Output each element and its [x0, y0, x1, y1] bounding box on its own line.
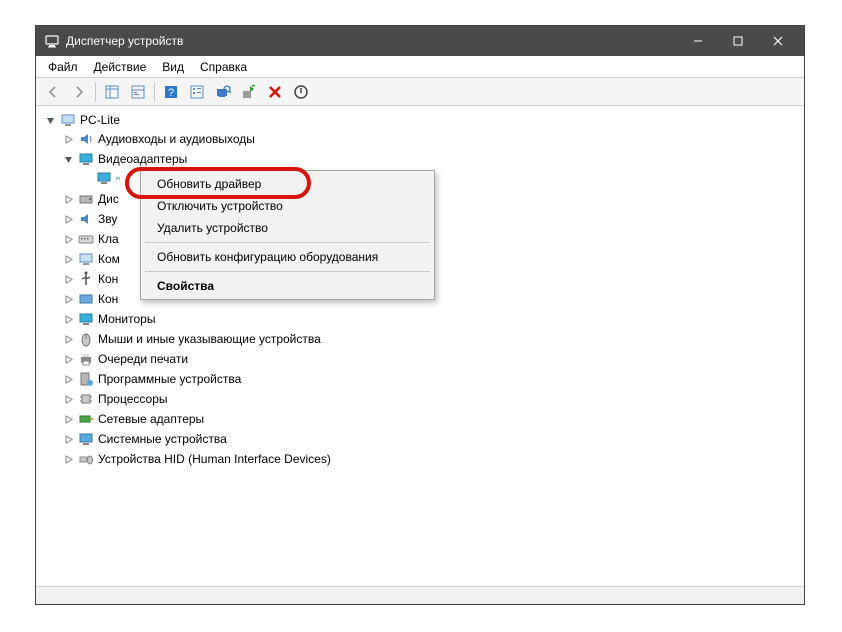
network-adapter-icon — [78, 411, 94, 427]
disk-icon — [78, 191, 94, 207]
tree-item-system[interactable]: Системные устройства — [62, 430, 804, 448]
statusbar — [36, 586, 804, 604]
collapse-icon[interactable] — [62, 153, 74, 165]
context-uninstall-device[interactable]: Удалить устройство — [143, 217, 432, 239]
toolbar-separator — [95, 82, 96, 102]
expand-icon[interactable] — [62, 453, 74, 465]
mouse-icon — [78, 331, 94, 347]
expand-icon[interactable] — [62, 373, 74, 385]
expand-icon[interactable] — [62, 293, 74, 305]
usb-icon — [78, 271, 94, 287]
maximize-button[interactable] — [718, 27, 758, 56]
menu-view[interactable]: Вид — [154, 58, 192, 76]
device-manager-window: Диспетчер устройств Файл Действие Вид Сп… — [35, 25, 805, 605]
svg-text:?: ? — [168, 87, 174, 99]
expand-icon[interactable] — [62, 313, 74, 325]
context-separator — [145, 271, 430, 272]
keyboard-icon — [78, 231, 94, 247]
computer-icon — [78, 251, 94, 267]
view-button[interactable] — [185, 80, 209, 104]
tree-item-print-queues[interactable]: Очереди печати — [62, 350, 804, 368]
software-device-icon — [78, 371, 94, 387]
help-button[interactable]: ? — [159, 80, 183, 104]
collapse-icon[interactable] — [44, 114, 56, 126]
menu-action[interactable]: Действие — [86, 58, 155, 76]
menu-file[interactable]: Файл — [40, 58, 86, 76]
toolbar-separator — [154, 82, 155, 102]
back-button[interactable] — [41, 80, 65, 104]
expand-icon[interactable] — [62, 413, 74, 425]
tree-item-processors[interactable]: Процессоры — [62, 390, 804, 408]
context-update-driver[interactable]: Обновить драйвер — [143, 173, 432, 195]
disable-button[interactable] — [289, 80, 313, 104]
menubar: Файл Действие Вид Справка — [36, 56, 804, 78]
expand-icon[interactable] — [62, 213, 74, 225]
expand-icon[interactable] — [62, 133, 74, 145]
toolbar: ? — [36, 78, 804, 106]
storage-controller-icon — [78, 291, 94, 307]
display-adapter-icon — [96, 170, 112, 186]
tree-root[interactable]: PC-Lite — [44, 111, 804, 129]
menu-help[interactable]: Справка — [192, 58, 255, 76]
expand-icon[interactable] — [62, 193, 74, 205]
context-properties[interactable]: Свойства — [143, 275, 432, 297]
expand-icon[interactable] — [62, 333, 74, 345]
system-device-icon — [78, 431, 94, 447]
audio-icon — [78, 131, 94, 147]
expand-icon[interactable] — [62, 253, 74, 265]
display-adapter-icon — [78, 151, 94, 167]
tree-root-label: PC-Lite — [80, 113, 120, 127]
context-menu: Обновить драйвер Отключить устройство Уд… — [140, 170, 435, 300]
titlebar: Диспетчер устройств — [36, 26, 804, 56]
tree-item-network[interactable]: Сетевые адаптеры — [62, 410, 804, 428]
context-disable-device[interactable]: Отключить устройство — [143, 195, 432, 217]
window-title: Диспетчер устройств — [66, 34, 678, 48]
expand-icon[interactable] — [62, 433, 74, 445]
close-button[interactable] — [758, 27, 798, 56]
printer-icon — [78, 351, 94, 367]
expand-icon[interactable] — [62, 393, 74, 405]
tree-item-software-devices[interactable]: Программные устройства — [62, 370, 804, 388]
forward-button[interactable] — [67, 80, 91, 104]
computer-icon — [60, 112, 76, 128]
uninstall-button[interactable] — [263, 80, 287, 104]
tree-item-mice[interactable]: Мыши и иные указывающие устройства — [62, 330, 804, 348]
properties-button[interactable] — [126, 80, 150, 104]
expand-icon[interactable] — [62, 353, 74, 365]
scan-hardware-button[interactable] — [211, 80, 235, 104]
tree-item-audio[interactable]: Аудиовходы и аудиовыходы — [62, 130, 804, 148]
sound-icon — [78, 211, 94, 227]
cpu-icon — [78, 391, 94, 407]
app-icon — [44, 33, 60, 49]
minimize-button[interactable] — [678, 27, 718, 56]
context-separator — [145, 242, 430, 243]
hid-icon — [78, 451, 94, 467]
show-hide-tree-button[interactable] — [100, 80, 124, 104]
tree-item-hid[interactable]: Устройства HID (Human Interface Devices) — [62, 450, 804, 468]
tree-item-video[interactable]: Видеоадаптеры — [62, 150, 804, 168]
tree-item-monitors[interactable]: Мониторы — [62, 310, 804, 328]
expand-icon[interactable] — [62, 233, 74, 245]
context-scan-hardware[interactable]: Обновить конфигурацию оборудования — [143, 246, 432, 268]
monitor-icon — [78, 311, 94, 327]
expand-icon[interactable] — [62, 273, 74, 285]
update-driver-button[interactable] — [237, 80, 261, 104]
